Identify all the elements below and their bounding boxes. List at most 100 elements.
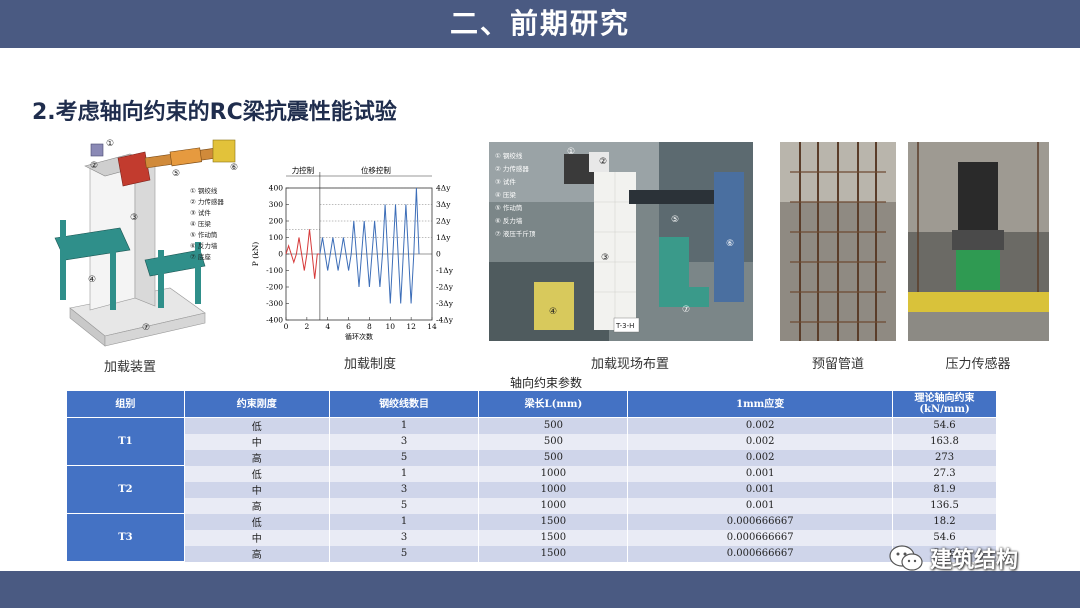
table-cell: 0.000666667: [627, 529, 894, 546]
brand-text: 建筑结构: [930, 548, 1019, 573]
device-legend: ① 钢绞线 ② 力传感器 ③ 试件 ④ 压梁 ⑤ 作动筒 ⑥ 反力墙 ⑦ 底座: [190, 186, 224, 261]
table-cell: 1500: [478, 545, 629, 562]
svg-text:⑤: ⑤: [671, 215, 679, 225]
svg-text:③ 试件: ③ 试件: [190, 208, 211, 217]
right-tick-label: 2Δy: [436, 217, 451, 226]
svg-text:⑦: ⑦: [142, 323, 150, 333]
x-tick-label: 0: [284, 322, 289, 331]
svg-text:③ 试件: ③ 试件: [495, 177, 516, 186]
svg-text:③: ③: [601, 253, 609, 263]
svg-text:⑥ 反力墙: ⑥ 反力墙: [495, 216, 523, 225]
section-subtitle: 2.考虑轴向约束的RC梁抗震性能试验: [32, 100, 397, 125]
svg-text:⑦: ⑦: [682, 305, 690, 315]
header-strand-count: 钢绞线数目: [328, 390, 480, 418]
group-cell: T2: [66, 465, 185, 514]
x-tick-label: 6: [346, 322, 351, 331]
table-cell: 0.001: [627, 465, 894, 482]
svg-text:④ 压梁: ④ 压梁: [190, 219, 211, 228]
table-cell: 1: [328, 417, 480, 434]
table-cell: 1000: [478, 465, 629, 482]
table-cell: 高: [183, 497, 330, 514]
svg-text:⑤: ⑤: [172, 169, 180, 179]
table-cell: 1500: [478, 529, 629, 546]
table-cell: 500: [478, 449, 629, 466]
y-tick-label: 400: [269, 184, 284, 193]
y-tick-label: -300: [266, 299, 283, 308]
site-layout-photo: T-3-H ① 钢绞线 ② 力传感器 ③ 试件 ④ 压梁 ⑤ 作动筒 ⑥ 反力墙…: [489, 142, 753, 341]
svg-text:② 力传感器: ② 力传感器: [190, 197, 224, 206]
loading-device-caption: 加载装置: [103, 360, 156, 375]
table-cell: 1: [328, 465, 480, 482]
y-axis-label: P (kN): [251, 242, 260, 266]
svg-text:① 钢绞线: ① 钢绞线: [190, 186, 218, 195]
force-region-label: 力控制: [292, 165, 315, 175]
table-cell: 1000: [478, 481, 629, 498]
table-cell: 1500: [478, 513, 629, 530]
loading-scheme-chart: 力控制 位移控制 400 4Δy 300 3Δy 200 2Δy 100 1Δy 0 0 -100 -1Δ…: [250, 162, 475, 347]
svg-text:⑤ 作动筒: ⑤ 作动筒: [190, 230, 218, 239]
right-tick-label: -3Δy: [436, 299, 454, 308]
table-cell: 81.9: [892, 481, 997, 498]
table-row: T2 低 1 1000 0.001 27.3: [66, 465, 997, 514]
header-beam-length: 梁长L(mm): [478, 390, 629, 418]
table-cell: 5: [328, 449, 480, 466]
right-tick-label: -2Δy: [436, 283, 454, 292]
disp-region-label: 位移控制: [361, 165, 391, 175]
svg-text:①: ①: [106, 139, 114, 149]
right-tick-label: 0: [436, 250, 441, 259]
svg-text:T-3-H: T-3-H: [615, 322, 634, 330]
table-row: T1 低 1 500 0.002 54.6: [66, 417, 997, 466]
table-cell: 0.000666667: [627, 545, 894, 562]
right-tick-label: -4Δy: [436, 316, 454, 325]
svg-text:⑦ 液压千斤顶: ⑦ 液压千斤顶: [495, 229, 536, 238]
page-title: 二、前期研究: [449, 7, 630, 40]
x-axis-label: 循环次数: [345, 332, 373, 341]
svg-text:① 钢绞线: ① 钢绞线: [495, 151, 523, 160]
table-cell: 1000: [478, 497, 629, 514]
table-cell: 中: [183, 481, 330, 498]
table-cell: 低: [183, 513, 330, 530]
right-tick-label: -1Δy: [436, 266, 454, 275]
loading-scheme-svg: 力控制 位移控制400 4Δy300 3Δy200 2Δy100 1Δy0 0-100 -1Δ…: [251, 165, 454, 341]
table-cell: 低: [183, 465, 330, 482]
svg-text:② 力传感器: ② 力传感器: [495, 164, 529, 173]
table-row: 高 5 1500 0.000666667 54.6: [67, 545, 997, 562]
svg-text:④: ④: [88, 275, 96, 285]
table-cell: 5: [328, 497, 480, 514]
displacement-control-series-line: [319, 187, 420, 304]
svg-text:⑦ 底座: ⑦ 底座: [190, 252, 211, 261]
svg-text:⑥: ⑥: [230, 163, 238, 173]
right-tick-label: 1Δy: [436, 233, 451, 242]
svg-text:②: ②: [599, 157, 607, 167]
svg-text:②: ②: [90, 161, 98, 171]
table-cell: 高: [183, 545, 330, 562]
table-cell: 0.001: [627, 497, 894, 514]
loading-scheme-caption: 加载制度: [343, 357, 396, 372]
x-tick-label: 8: [367, 322, 372, 331]
x-tick-label: 2: [304, 322, 309, 331]
y-tick-label: 0: [278, 250, 283, 259]
y-tick-label: -100: [266, 266, 283, 275]
table-cell: 136.5: [892, 497, 997, 514]
footer-bar: [0, 571, 1080, 608]
wechat-icon: [889, 545, 923, 571]
table-cell: 5: [328, 545, 480, 562]
duct-photo: [780, 142, 896, 341]
right-tick-label: 3Δy: [436, 200, 451, 209]
y-tick-label: 300: [269, 200, 284, 209]
group-cell: T1: [66, 417, 185, 466]
svg-text:⑥: ⑥: [726, 239, 734, 249]
table-cell: 500: [478, 417, 629, 434]
table-row: 中 3 1500 0.000666667 54.6: [67, 529, 997, 546]
header-group: 组别: [66, 390, 185, 418]
svg-text:④ 压梁: ④ 压梁: [495, 190, 516, 199]
table-cell: 18.2: [892, 513, 997, 530]
table-row: 高 5 1000 0.001 136.5: [67, 497, 997, 514]
table-cell: 0.002: [627, 449, 894, 466]
loading-device-figure: ① 钢绞线 ② 力传感器 ③ 试件 ④ 压梁 ⑤ 作动筒 ⑥ 反力墙 ⑦ 底座 …: [50, 138, 250, 348]
table-title: 轴向约束参数: [510, 376, 583, 390]
table-row: 中 3 1000 0.001 81.9: [67, 481, 997, 498]
y-tick-label: 100: [269, 233, 284, 242]
header-stiffness: 约束刚度: [183, 390, 330, 418]
svg-text:⑥ 反力墙: ⑥ 反力墙: [190, 241, 218, 250]
